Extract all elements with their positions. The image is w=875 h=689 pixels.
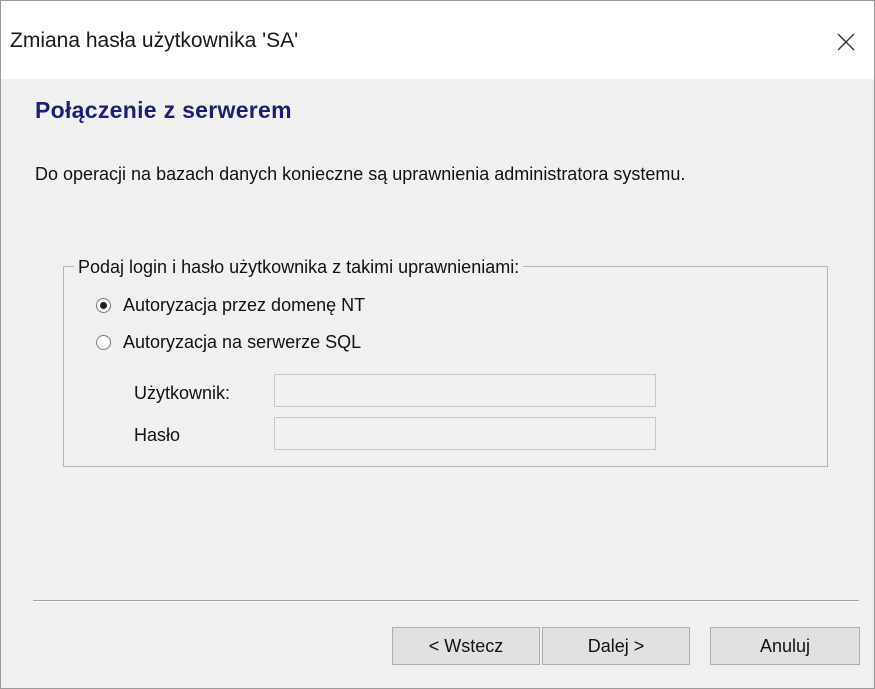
password-input[interactable] <box>274 417 656 450</box>
close-button[interactable] <box>821 19 871 65</box>
window-title: Zmiana hasła użytkownika 'SA' <box>10 29 299 52</box>
back-button[interactable]: < Wstecz <box>392 627 540 665</box>
username-label: Użytkownik: <box>134 383 231 403</box>
radio-button-unchecked[interactable] <box>96 335 111 350</box>
username-input[interactable] <box>274 374 656 407</box>
password-label: Hasło <box>134 425 181 445</box>
radio-sql-server-label: Autoryzacja na serwerze SQL <box>123 332 362 352</box>
title-bar: Zmiana hasła użytkownika 'SA' <box>1 1 874 79</box>
radio-button-checked[interactable] <box>96 298 111 313</box>
radio-nt-domain-label: Autoryzacja przez domenę NT <box>123 295 366 315</box>
page-heading: Połączenie z serwerem <box>35 97 292 123</box>
close-icon <box>837 33 855 51</box>
cancel-button[interactable]: Anuluj <box>710 627 860 665</box>
radio-sql-server[interactable]: Autoryzacja na serwerze SQL <box>96 332 361 353</box>
groupbox-legend: Podaj login i hasło użytkownika z takimi… <box>74 257 524 278</box>
page-description: Do operacji na bazach danych konieczne s… <box>35 164 686 184</box>
footer-separator <box>33 600 859 602</box>
radio-nt-domain[interactable]: Autoryzacja przez domenę NT <box>96 295 365 316</box>
next-button[interactable]: Dalej > <box>542 627 690 665</box>
